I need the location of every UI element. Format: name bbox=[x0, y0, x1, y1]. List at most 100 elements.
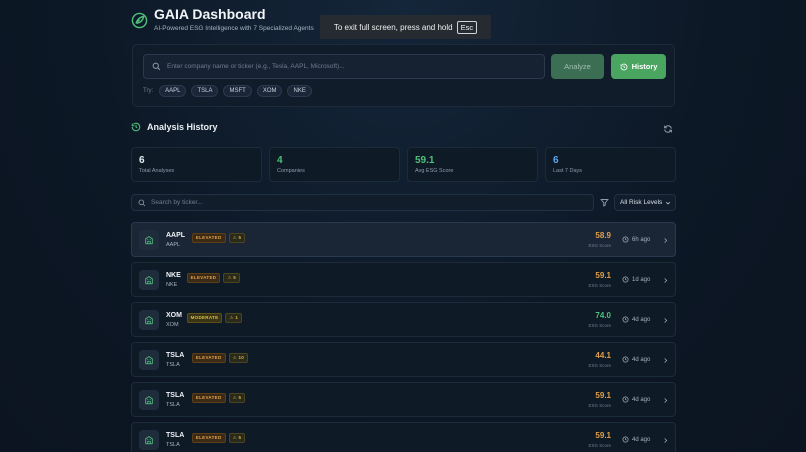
stat-last-7-days: 6 Last 7 Days bbox=[545, 147, 676, 182]
building-icon bbox=[139, 270, 159, 290]
building-icon bbox=[139, 430, 159, 450]
history-row[interactable]: NKE ELEVATED ⚠ 5 NKE 59.1 ESG Score 1d a… bbox=[131, 262, 676, 297]
clock-icon bbox=[622, 236, 629, 243]
row-badges: ELEVATED ⚠ 5 bbox=[191, 433, 248, 443]
suggestion-chip-xom[interactable]: XOM bbox=[256, 85, 283, 97]
filter-icon bbox=[600, 199, 609, 207]
history-section-title: Analysis History bbox=[131, 122, 218, 132]
stat-label: Last 7 Days bbox=[553, 168, 583, 174]
chevron-right-icon bbox=[664, 318, 668, 323]
page-title: GAIA Dashboard bbox=[154, 6, 266, 22]
history-button[interactable]: History bbox=[611, 54, 666, 79]
row-timestamp: 4d ago bbox=[622, 436, 650, 443]
row-score-label: ESG Score bbox=[588, 283, 611, 288]
history-row[interactable]: AAPL ELEVATED ⚠ 5 AAPL 58.9 ESG Score 6h… bbox=[131, 222, 676, 257]
history-icon bbox=[131, 122, 141, 132]
risk-level-select[interactable]: All Risk Levels bbox=[614, 194, 676, 211]
history-row[interactable]: XOM MODERATE ⚠ 1 XOM 74.0 ESG Score 4d a… bbox=[131, 302, 676, 337]
row-timestamp: 1d ago bbox=[622, 276, 650, 283]
company-search-input[interactable]: Enter company name or ticker (e.g., Tesl… bbox=[143, 54, 545, 79]
stat-avg-esg-score: 59.1 Avg ESG Score bbox=[407, 147, 538, 182]
chevron-down-icon bbox=[665, 201, 671, 205]
warning-icon: ⚠ bbox=[227, 275, 232, 280]
row-score-label: ESG Score bbox=[588, 403, 611, 408]
alert-count: 5 bbox=[233, 275, 237, 280]
clock-icon bbox=[622, 356, 629, 363]
row-esg-score: 44.1 bbox=[595, 351, 611, 360]
row-company-name: NKE bbox=[166, 282, 178, 288]
building-icon bbox=[139, 350, 159, 370]
row-time-text: 4d ago bbox=[632, 396, 651, 403]
analyze-button[interactable]: Analyze bbox=[551, 54, 604, 79]
esc-key: Esc bbox=[456, 20, 478, 34]
row-esg-score: 59.1 bbox=[595, 431, 611, 440]
row-time-text: 4d ago bbox=[632, 356, 651, 363]
suggestion-chip-nke[interactable]: NKE bbox=[287, 85, 312, 97]
suggestion-chip-msft[interactable]: MSFT bbox=[223, 85, 252, 97]
row-badges: ELEVATED ⚠ 5 bbox=[191, 393, 248, 403]
chevron-right-icon bbox=[664, 278, 668, 283]
row-timestamp: 4d ago bbox=[622, 396, 650, 403]
chevron-right-icon bbox=[664, 238, 668, 243]
alert-count: 5 bbox=[238, 435, 242, 440]
row-score-label: ESG Score bbox=[588, 323, 611, 328]
clock-icon bbox=[622, 436, 629, 443]
history-row[interactable]: TSLA ELEVATED ⚠ 5 TSLA 59.1 ESG Score 4d… bbox=[131, 422, 676, 452]
refresh-icon[interactable] bbox=[663, 124, 673, 134]
warning-icon: ⚠ bbox=[232, 395, 237, 400]
stat-label: Companies bbox=[277, 168, 305, 174]
suggestion-chip-tsla[interactable]: TSLA bbox=[191, 85, 219, 97]
risk-badge: ELEVATED bbox=[191, 353, 226, 363]
row-esg-score: 58.9 bbox=[595, 231, 611, 240]
history-row[interactable]: TSLA ELEVATED ⚠ 10 TSLA 44.1 ESG Score 4… bbox=[131, 342, 676, 377]
row-company-name: TSLA bbox=[166, 362, 180, 368]
row-company-name: XOM bbox=[166, 322, 179, 328]
row-ticker: NKE bbox=[166, 272, 181, 279]
warning-icon: ⚠ bbox=[232, 435, 237, 440]
row-ticker: TSLA bbox=[166, 352, 185, 359]
stat-value: 4 bbox=[277, 155, 283, 166]
risk-badge: ELEVATED bbox=[191, 233, 226, 243]
clock-icon bbox=[622, 276, 629, 283]
fullscreen-notice: To exit full screen, press and hold Esc bbox=[320, 15, 491, 39]
row-ticker: XOM bbox=[166, 312, 182, 319]
search-placeholder: Enter company name or ticker (e.g., Tesl… bbox=[167, 63, 345, 70]
row-company-name: TSLA bbox=[166, 402, 180, 408]
history-title: Analysis History bbox=[147, 122, 218, 132]
app-header: GAIA Dashboard AI-Powered ESG Intelligen… bbox=[131, 6, 314, 32]
alert-count: 5 bbox=[238, 235, 242, 240]
risk-level-value: All Risk Levels bbox=[620, 199, 663, 206]
stat-value: 6 bbox=[553, 155, 559, 166]
chevron-right-icon bbox=[664, 358, 668, 363]
suggestion-chip-aapl[interactable]: AAPL bbox=[159, 85, 187, 97]
stat-value: 6 bbox=[139, 155, 145, 166]
warning-icon: ⚠ bbox=[229, 315, 234, 320]
risk-badge: MODERATE bbox=[186, 313, 223, 323]
alert-count-badge: ⚠ 5 bbox=[223, 273, 241, 283]
row-score-label: ESG Score bbox=[588, 363, 611, 368]
chevron-right-icon bbox=[664, 398, 668, 403]
page-subtitle: AI-Powered ESG Intelligence with 7 Speci… bbox=[154, 25, 314, 32]
building-icon bbox=[139, 310, 159, 330]
row-score-label: ESG Score bbox=[588, 243, 611, 248]
alert-count-badge: ⚠ 1 bbox=[225, 313, 243, 323]
building-icon bbox=[139, 390, 159, 410]
ticker-filter-input[interactable]: Search by ticker... bbox=[131, 194, 594, 211]
history-row[interactable]: TSLA ELEVATED ⚠ 5 TSLA 59.1 ESG Score 4d… bbox=[131, 382, 676, 417]
warning-icon: ⚠ bbox=[232, 355, 237, 360]
filter-placeholder: Search by ticker... bbox=[151, 199, 203, 206]
alert-count-badge: ⚠ 10 bbox=[228, 353, 249, 363]
alert-count-badge: ⚠ 5 bbox=[228, 233, 246, 243]
suggestion-row: Try: AAPL TSLA MSFT XOM NKE bbox=[143, 85, 317, 97]
search-icon bbox=[152, 62, 161, 71]
row-company-name: TSLA bbox=[166, 442, 180, 448]
row-esg-score: 59.1 bbox=[595, 271, 611, 280]
globe-leaf-logo-icon bbox=[131, 12, 148, 28]
row-time-text: 1d ago bbox=[632, 276, 651, 283]
row-badges: ELEVATED ⚠ 10 bbox=[191, 353, 251, 363]
stat-value: 59.1 bbox=[415, 155, 435, 166]
search-icon bbox=[138, 199, 146, 206]
alert-count: 5 bbox=[238, 395, 242, 400]
fullscreen-notice-text: To exit full screen, press and hold bbox=[333, 22, 453, 32]
clock-icon bbox=[622, 316, 629, 323]
